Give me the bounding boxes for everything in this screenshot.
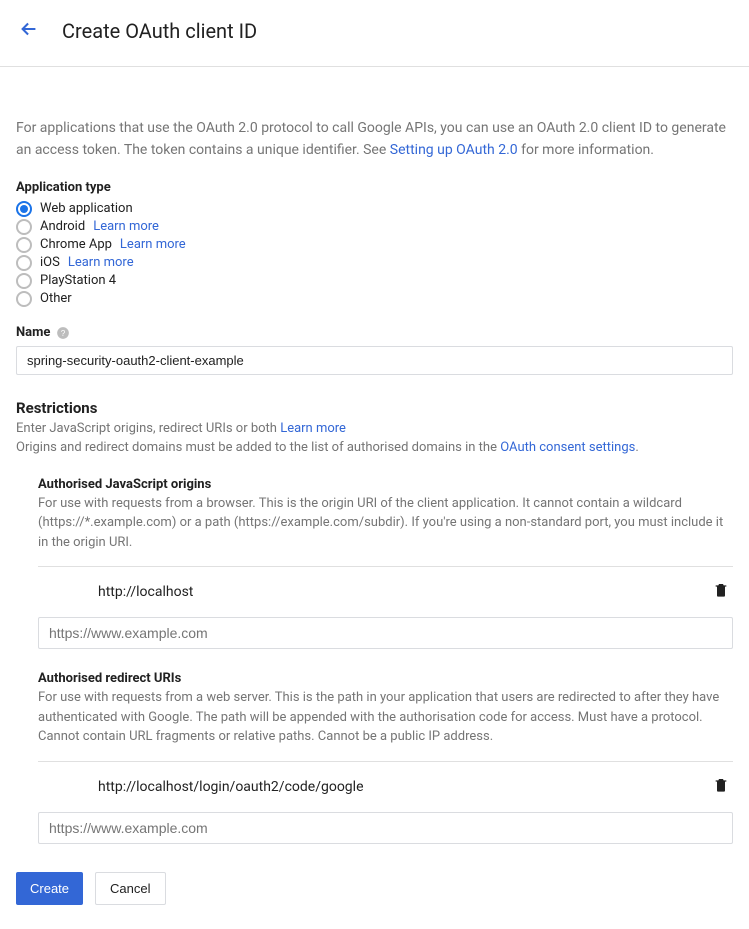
setup-oauth-link[interactable]: Setting up OAuth 2.0 xyxy=(390,142,518,158)
radio-icon[interactable] xyxy=(16,291,32,307)
redirect-uris-title: Authorised redirect URIs xyxy=(38,671,733,686)
svg-text:?: ? xyxy=(61,329,66,338)
radio-label: iOS xyxy=(40,255,60,270)
button-row: Create Cancel xyxy=(16,872,733,905)
radio-option[interactable]: Chrome App Learn more xyxy=(16,237,733,253)
delete-icon[interactable] xyxy=(709,776,733,798)
redirect-uris-section: Authorised redirect URIs For use with re… xyxy=(38,671,733,844)
radio-icon[interactable] xyxy=(16,201,32,217)
restrictions-note-pre: Origins and redirect domains must be add… xyxy=(16,440,500,455)
radio-option[interactable]: Web application xyxy=(16,201,733,217)
radio-option[interactable]: iOS Learn more xyxy=(16,255,733,271)
cancel-button[interactable]: Cancel xyxy=(95,872,165,905)
radio-label: Android xyxy=(40,219,85,234)
divider xyxy=(38,761,733,762)
js-origin-input[interactable] xyxy=(38,617,733,649)
redirect-uri-row: http://localhost/login/oauth2/code/googl… xyxy=(38,776,733,798)
restrictions-desc-pre: Enter JavaScript origins, redirect URIs … xyxy=(16,421,280,436)
radio-icon[interactable] xyxy=(16,219,32,235)
create-button[interactable]: Create xyxy=(16,872,83,905)
divider xyxy=(38,566,733,567)
js-origins-title: Authorised JavaScript origins xyxy=(38,477,733,492)
radio-option[interactable]: Android Learn more xyxy=(16,219,733,235)
restrictions-note-post: . xyxy=(635,440,638,455)
restrictions-learn-more-link[interactable]: Learn more xyxy=(280,421,346,436)
name-input[interactable] xyxy=(16,346,733,375)
learn-more-link[interactable]: Learn more xyxy=(93,219,159,234)
oauth-consent-link[interactable]: OAuth consent settings xyxy=(500,440,635,455)
help-icon[interactable]: ? xyxy=(56,325,70,339)
js-origins-section: Authorised JavaScript origins For use wi… xyxy=(38,477,733,650)
page-header: Create OAuth client ID xyxy=(0,0,749,67)
radio-label: Other xyxy=(40,291,72,306)
intro-text: For applications that use the OAuth 2.0 … xyxy=(16,117,733,162)
radio-label: Web application xyxy=(40,201,133,216)
redirect-uri-value: http://localhost/login/oauth2/code/googl… xyxy=(38,779,709,795)
radio-label: Chrome App xyxy=(40,237,112,252)
intro-post: for more information. xyxy=(518,142,654,158)
app-type-radio-group: Web applicationAndroidLearn moreChrome A… xyxy=(16,201,733,307)
radio-label: PlayStation 4 xyxy=(40,273,116,288)
radio-icon[interactable] xyxy=(16,237,32,253)
radio-icon[interactable] xyxy=(16,255,32,271)
js-origin-value: http://localhost xyxy=(38,584,709,600)
back-arrow-icon[interactable] xyxy=(14,18,44,44)
radio-icon[interactable] xyxy=(16,273,32,289)
name-label: Name xyxy=(16,325,50,340)
redirect-uris-desc: For use with requests from a web server.… xyxy=(38,688,733,747)
learn-more-link[interactable]: Learn more xyxy=(68,255,134,270)
restrictions-desc: Enter JavaScript origins, redirect URIs … xyxy=(16,421,733,436)
restrictions-note: Origins and redirect domains must be add… xyxy=(16,440,733,455)
app-type-label: Application type xyxy=(16,180,733,195)
radio-option[interactable]: Other xyxy=(16,291,733,307)
redirect-uri-input[interactable] xyxy=(38,812,733,844)
restrictions-title: Restrictions xyxy=(16,399,733,417)
js-origins-desc: For use with requests from a browser. Th… xyxy=(38,494,733,553)
page-title: Create OAuth client ID xyxy=(62,19,257,43)
learn-more-link[interactable]: Learn more xyxy=(120,237,186,252)
delete-icon[interactable] xyxy=(709,581,733,603)
radio-option[interactable]: PlayStation 4 xyxy=(16,273,733,289)
js-origin-row: http://localhost xyxy=(38,581,733,603)
